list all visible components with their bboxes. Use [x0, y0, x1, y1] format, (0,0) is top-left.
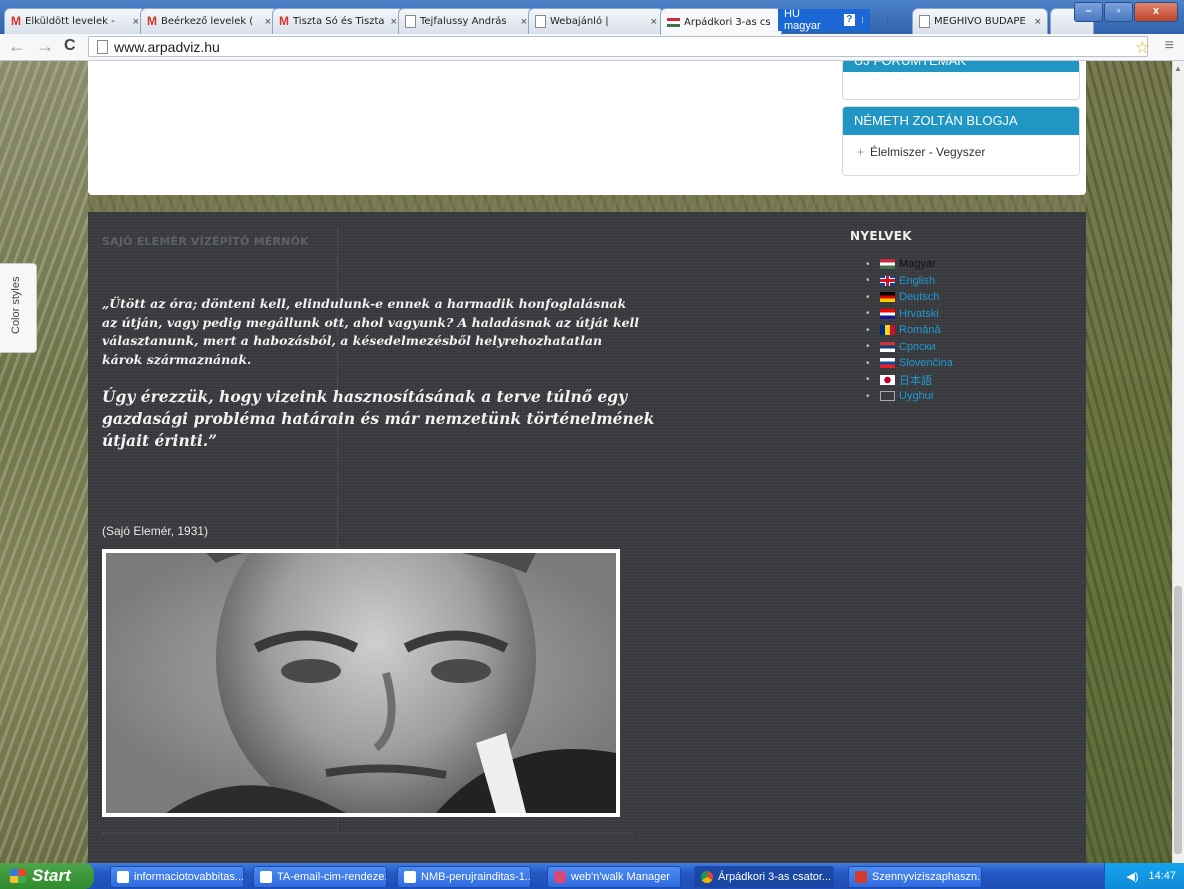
app-icon: [554, 871, 566, 883]
tab-inbox[interactable]: M Beérkező levelek ( ×: [140, 8, 278, 34]
taskbar-item[interactable]: informaciotovabbitas...: [110, 866, 244, 888]
scroll-up-icon[interactable]: ▲: [1174, 64, 1182, 73]
taskbar-item[interactable]: web'n'walk Manager: [547, 866, 681, 888]
taskbar-item-active[interactable]: Árpádkori 3-as csator...: [694, 866, 834, 888]
close-tab-icon[interactable]: ×: [265, 16, 271, 28]
gmail-icon: M: [147, 14, 157, 28]
language-item[interactable]: • Hrvatski: [866, 306, 953, 323]
taskbar-item[interactable]: NMB-perujrainditas-1...: [397, 866, 531, 888]
divider: [102, 833, 634, 834]
close-tab-icon[interactable]: ×: [651, 16, 657, 28]
quote-part1: „Ütött az óra; dönteni kell, elindulunk-…: [102, 296, 640, 367]
page-icon: [97, 39, 108, 54]
tab-arpadkori-active[interactable]: Árpádkori 3-as cs: [660, 8, 782, 35]
background-grass-left: [0, 61, 88, 863]
widget-title: NÉMETH ZOLTÁN BLOGJA: [843, 107, 1079, 135]
document-icon: [919, 15, 930, 28]
portrait-photo: [106, 553, 616, 813]
tab-tejfalussy[interactable]: Tejfalussy András ×: [398, 8, 534, 34]
close-tab-icon[interactable]: ×: [1035, 16, 1041, 28]
romania-flag-icon: [880, 325, 895, 336]
serbia-flag-icon: [880, 341, 895, 352]
quote-attribution: (Sajó Elemér, 1931): [102, 524, 209, 538]
address-bar[interactable]: www.arpadviz.hu: [88, 36, 1148, 57]
menu-icon[interactable]: ≡: [1165, 37, 1174, 55]
language-item[interactable]: • English: [866, 273, 953, 290]
close-tab-icon[interactable]: ×: [876, 8, 888, 34]
minimize-icon[interactable]: –: [1074, 2, 1103, 22]
hungary-flag-icon: [880, 259, 895, 270]
background-grass-right: [1086, 61, 1172, 863]
plus-icon: +: [857, 145, 865, 159]
blog-link[interactable]: + Élelmiszer - Vegyszer: [843, 135, 1079, 159]
forum-topics-widget: ÚJ FÓRUMTÉMÁK: [842, 61, 1080, 100]
browser-tab-bar: M Elküldött levelek - × M Beérkező level…: [0, 0, 1184, 35]
gmail-icon: M: [11, 14, 21, 28]
germany-flag-icon: [880, 292, 895, 303]
scrollbar-thumb[interactable]: [1174, 586, 1182, 854]
language-item[interactable]: • Deutsch: [866, 289, 953, 306]
help-icon[interactable]: ?: [843, 14, 856, 26]
hungary-flag-icon: [667, 17, 680, 27]
language-item[interactable]: • Magyar: [866, 256, 953, 273]
taskbar-item[interactable]: TA-email-cim-rendeze...: [253, 866, 387, 888]
language-list: • Magyar • English • Deutsch • Hrvatski • Rom…: [866, 256, 953, 405]
start-button[interactable]: Start: [0, 863, 94, 889]
back-arrow-icon[interactable]: ←: [8, 37, 26, 55]
quote-part2: Úgy érezzük, hogy vizeink hasznosításána…: [102, 387, 655, 450]
spinner-icon: ⁝: [861, 14, 864, 25]
document-icon: [535, 15, 546, 28]
document-icon: [260, 871, 272, 883]
translator-extension[interactable]: HU magyar ? ⁝: [778, 8, 870, 32]
slovakia-flag-icon: [880, 358, 895, 369]
bookmark-star-icon[interactable]: ☆: [1135, 38, 1150, 58]
windows-logo-icon: [10, 869, 26, 883]
app-icon: [855, 871, 867, 883]
footer-section-title: SAJÓ ELEMÉR VÍZÉPÍTŐ MÉRNÖK: [102, 235, 309, 248]
forward-arrow-icon[interactable]: →: [36, 37, 54, 55]
language-item[interactable]: • Română: [866, 322, 953, 339]
blank-flag-icon: [880, 391, 895, 402]
taskbar-item[interactable]: Szennyviziszaphaszn...: [848, 866, 982, 888]
clock[interactable]: 14:47: [1148, 870, 1176, 882]
document-icon: [404, 871, 416, 883]
tab-webajanlo[interactable]: Webajánló | ×: [528, 8, 664, 34]
languages-title: NYELVEK: [850, 229, 912, 243]
volume-icon[interactable]: ◀): [1126, 870, 1138, 883]
document-icon: [405, 15, 416, 28]
close-tab-icon[interactable]: ×: [133, 16, 139, 28]
language-item[interactable]: • Српски: [866, 339, 953, 356]
japan-flag-icon: [880, 374, 895, 385]
document-icon: [117, 871, 129, 883]
widget-title: ÚJ FÓRUMTÉMÁK: [843, 61, 1079, 72]
tab-tiszta-so[interactable]: M Tiszta Só és Tiszta ×: [272, 8, 404, 34]
blog-widget: NÉMETH ZOLTÁN BLOGJA + Élelmiszer - Vegys…: [842, 106, 1080, 176]
gmail-icon: M: [279, 14, 289, 28]
close-tab-icon[interactable]: ×: [521, 16, 527, 28]
language-item[interactable]: • Slovenčina: [866, 355, 953, 372]
tab-sent-mail[interactable]: M Elküldött levelek - ×: [4, 8, 146, 34]
close-window-icon[interactable]: x: [1134, 2, 1178, 22]
maximize-icon[interactable]: ▫: [1104, 2, 1133, 22]
close-tab-icon[interactable]: ×: [391, 16, 397, 28]
window-controls: – ▫ x: [1073, 2, 1178, 22]
reload-icon[interactable]: C: [64, 37, 76, 55]
croatia-flag-icon: [880, 308, 895, 319]
uk-flag-icon: [880, 275, 895, 286]
language-item[interactable]: • 日本語: [866, 372, 953, 389]
chrome-icon: [701, 871, 713, 883]
color-styles-tab[interactable]: Color styles: [0, 263, 37, 353]
system-tray: ◀) 14:47: [1104, 863, 1184, 889]
browser-toolbar: ← → C www.arpadviz.hu ☆ ≡: [0, 34, 1184, 61]
tab-meghivo[interactable]: MEGHÍVÓ BUDAPE ×: [912, 8, 1048, 34]
language-item[interactable]: • Uyghur: [866, 388, 953, 405]
